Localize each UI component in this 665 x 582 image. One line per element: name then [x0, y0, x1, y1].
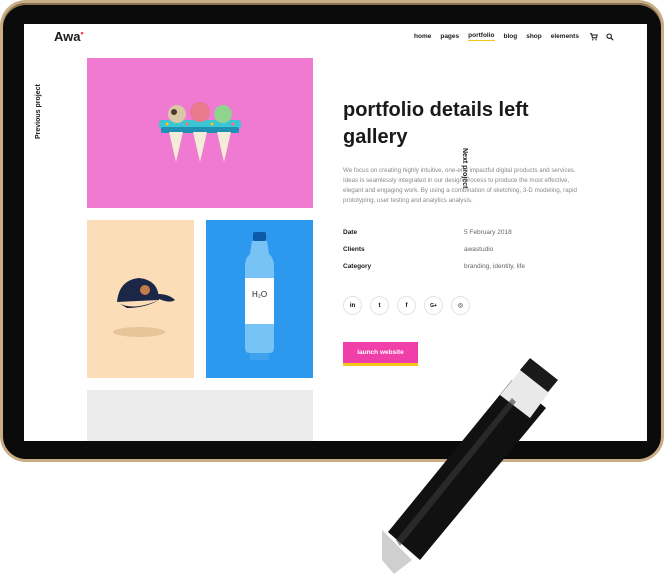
stylus-pen [382, 358, 558, 574]
